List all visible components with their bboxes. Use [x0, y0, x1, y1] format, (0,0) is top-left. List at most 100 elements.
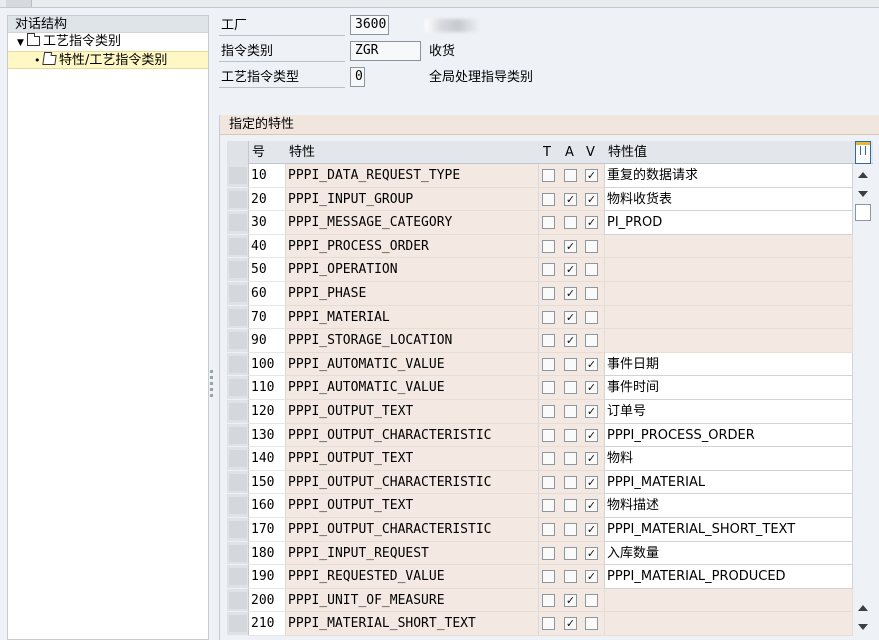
cell-characteristic-value[interactable] — [604, 305, 853, 330]
row-selector[interactable] — [227, 234, 249, 259]
cell-no[interactable]: 150 — [249, 470, 286, 495]
cell-characteristic-value[interactable] — [604, 329, 853, 353]
checkbox-a[interactable] — [564, 499, 577, 513]
checkbox-v[interactable] — [585, 286, 598, 300]
cell-characteristic[interactable]: PPPI_OPERATION — [286, 258, 539, 282]
row-selector[interactable] — [227, 541, 249, 566]
cell-characteristic-value[interactable]: 入库数量 — [604, 541, 853, 566]
tree-node-process-instruction-category[interactable]: ▼ 工艺指令类别 — [8, 33, 208, 51]
cell-characteristic-value[interactable] — [604, 234, 853, 259]
cell-characteristic[interactable]: PPPI_OUTPUT_CHARACTERISTIC — [286, 470, 539, 495]
cell-characteristic-value[interactable]: 订单号 — [604, 399, 853, 424]
row-selector[interactable] — [227, 447, 249, 471]
col-header-v[interactable]: V — [586, 141, 595, 164]
cell-characteristic[interactable]: PPPI_MESSAGE_CATEGORY — [286, 211, 539, 235]
row-selector[interactable] — [227, 281, 249, 306]
row-selector[interactable] — [227, 164, 249, 188]
table-row[interactable]: 170 PPPI_OUTPUT_CHARACTERISTIC ✓ PPPI_MATER… — [227, 517, 853, 542]
checkbox-v[interactable]: ✓ — [585, 452, 598, 466]
checkbox-a[interactable]: ✓ — [564, 239, 577, 253]
cell-characteristic[interactable]: PPPI_OUTPUT_TEXT — [286, 399, 539, 424]
type-field[interactable]: 0 — [350, 67, 365, 87]
checkbox-a[interactable]: ✓ — [564, 263, 577, 277]
cell-no[interactable]: 170 — [249, 517, 286, 542]
checkbox-a[interactable] — [564, 404, 577, 418]
checkbox-t[interactable] — [542, 263, 555, 277]
scroll-down-icon[interactable] — [858, 191, 868, 197]
checkbox-v[interactable] — [585, 334, 598, 348]
checkbox-t[interactable] — [542, 499, 555, 513]
cell-no[interactable]: 160 — [249, 494, 286, 518]
checkbox-t[interactable] — [542, 428, 555, 442]
checkbox-t[interactable] — [542, 404, 555, 418]
cell-characteristic[interactable]: PPPI_INPUT_REQUEST — [286, 541, 539, 566]
cell-characteristic-value[interactable] — [604, 612, 853, 636]
cell-characteristic[interactable]: PPPI_REQUESTED_VALUE — [286, 565, 539, 589]
cell-no[interactable]: 180 — [249, 541, 286, 566]
cell-characteristic[interactable]: PPPI_MATERIAL_SHORT_TEXT — [286, 612, 539, 636]
cell-no[interactable]: 110 — [249, 376, 286, 400]
row-selector[interactable] — [227, 399, 249, 424]
checkbox-v[interactable] — [585, 617, 598, 631]
checkbox-v[interactable]: ✓ — [585, 546, 598, 560]
scroll-thumb[interactable] — [855, 204, 871, 221]
cell-characteristic[interactable]: PPPI_OUTPUT_TEXT — [286, 447, 539, 471]
checkbox-a[interactable]: ✓ — [564, 286, 577, 300]
cell-characteristic-value[interactable]: 物料描述 — [604, 494, 853, 518]
select-all-header[interactable] — [227, 141, 249, 164]
scroll-up-icon[interactable] — [858, 605, 868, 611]
table-settings-icon[interactable] — [855, 141, 871, 164]
checkbox-t[interactable] — [542, 216, 555, 230]
checkbox-v[interactable]: ✓ — [585, 475, 598, 489]
checkbox-t[interactable] — [542, 475, 555, 489]
checkbox-a[interactable] — [564, 169, 577, 182]
checkbox-v[interactable]: ✓ — [585, 404, 598, 418]
cell-characteristic-value[interactable]: PPPI_MATERIAL_SHORT_TEXT — [604, 517, 853, 542]
cell-characteristic[interactable]: PPPI_MATERIAL — [286, 305, 539, 330]
cell-no[interactable]: 190 — [249, 565, 286, 589]
cell-characteristic-value[interactable]: 事件日期 — [604, 352, 853, 377]
cell-characteristic-value[interactable]: PPPI_PROCESS_ORDER — [604, 423, 853, 448]
expand-triangle-icon[interactable]: ▼ — [17, 34, 27, 52]
checkbox-t[interactable] — [542, 310, 555, 324]
table-row[interactable]: 60 PPPI_PHASE ✓ — [227, 281, 853, 306]
checkbox-t[interactable] — [542, 452, 555, 466]
table-row[interactable]: 20 PPPI_INPUT_GROUP ✓ ✓ 物料收货表 — [227, 187, 853, 212]
cell-characteristic[interactable]: PPPI_UNIT_OF_MEASURE — [286, 588, 539, 613]
checkbox-t[interactable] — [542, 286, 555, 300]
cell-no[interactable]: 40 — [249, 234, 286, 259]
cell-no[interactable]: 210 — [249, 612, 286, 636]
cell-no[interactable]: 130 — [249, 423, 286, 448]
cell-characteristic-value[interactable] — [604, 281, 853, 306]
checkbox-t[interactable] — [542, 522, 555, 536]
cell-no[interactable]: 70 — [249, 305, 286, 330]
checkbox-a[interactable]: ✓ — [564, 593, 577, 607]
cell-no[interactable]: 200 — [249, 588, 286, 613]
cell-no[interactable]: 120 — [249, 399, 286, 424]
table-row[interactable]: 210 PPPI_MATERIAL_SHORT_TEXT ✓ — [227, 612, 853, 636]
checkbox-t[interactable] — [542, 546, 555, 560]
row-selector[interactable] — [227, 470, 249, 495]
checkbox-v[interactable]: ✓ — [585, 357, 598, 371]
toolbar-tab[interactable] — [6, 0, 32, 7]
cell-characteristic[interactable]: PPPI_AUTOMATIC_VALUE — [286, 376, 539, 400]
table-row[interactable]: 190 PPPI_REQUESTED_VALUE ✓ PPPI_MATERIAL_PR… — [227, 565, 853, 589]
plant-field[interactable]: 3600 — [350, 15, 389, 35]
cell-characteristic-value[interactable]: 事件时间 — [604, 376, 853, 400]
checkbox-a[interactable]: ✓ — [564, 334, 577, 348]
table-row[interactable]: 100 PPPI_AUTOMATIC_VALUE ✓ 事件日期 — [227, 352, 853, 377]
checkbox-a[interactable] — [564, 522, 577, 536]
checkbox-a[interactable] — [564, 428, 577, 442]
checkbox-a[interactable] — [564, 546, 577, 560]
row-selector[interactable] — [227, 612, 249, 636]
col-header-t[interactable]: T — [543, 141, 551, 164]
checkbox-t[interactable] — [542, 192, 555, 206]
cell-no[interactable]: 30 — [249, 211, 286, 235]
checkbox-t[interactable] — [542, 169, 555, 182]
cell-no[interactable]: 60 — [249, 281, 286, 306]
cell-no[interactable]: 100 — [249, 352, 286, 377]
checkbox-t[interactable] — [542, 334, 555, 348]
row-selector[interactable] — [227, 494, 249, 518]
table-row[interactable]: 200 PPPI_UNIT_OF_MEASURE ✓ — [227, 588, 853, 613]
row-selector[interactable] — [227, 423, 249, 448]
